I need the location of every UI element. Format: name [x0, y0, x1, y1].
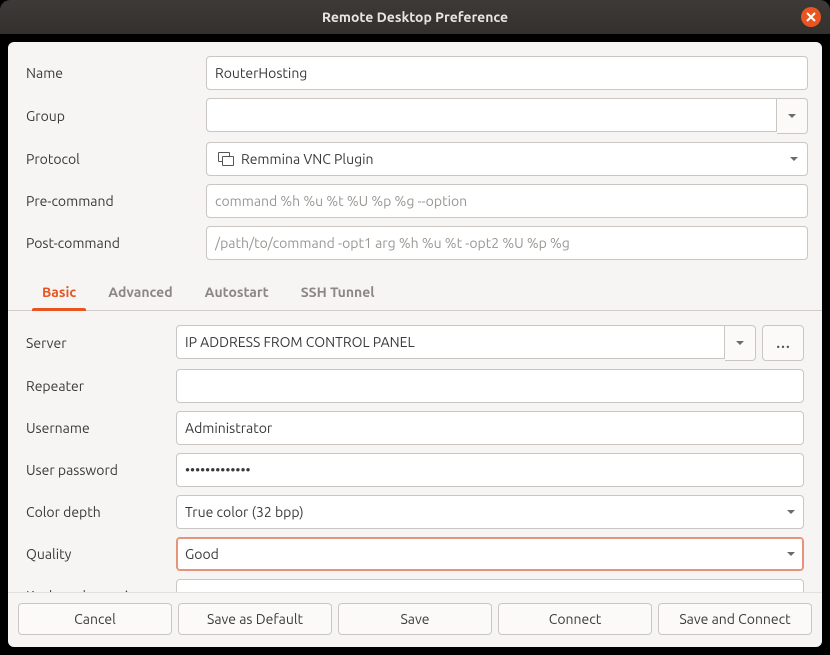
button-bar: Cancel Save as Default Save Connect Save… [8, 592, 822, 647]
repeater-input[interactable] [176, 369, 804, 403]
window: Remote Desktop Preference Name Group [0, 0, 830, 655]
postcommand-label: Post-command [22, 235, 206, 251]
tab-basic[interactable]: Basic [26, 274, 92, 310]
name-input[interactable] [206, 56, 808, 90]
connect-button[interactable]: Connect [498, 603, 652, 635]
save-button[interactable]: Save [338, 603, 492, 635]
protocol-value: Remmina VNC Plugin [237, 151, 799, 167]
userpassword-label: User password [26, 462, 176, 478]
username-label: Username [26, 420, 176, 436]
protocol-select[interactable]: Remmina VNC Plugin [206, 142, 808, 176]
username-input[interactable] [176, 411, 804, 445]
protocol-label: Protocol [22, 151, 206, 167]
server-input[interactable] [176, 325, 725, 359]
titlebar: Remote Desktop Preference [0, 0, 830, 34]
repeater-label: Repeater [26, 378, 176, 394]
general-section: Name Group Protocol Remmina VNC Plug [8, 42, 822, 274]
tab-bar: Basic Advanced Autostart SSH Tunnel [8, 274, 822, 311]
quality-select[interactable]: Good [176, 537, 804, 571]
cancel-button[interactable]: Cancel [18, 603, 172, 635]
group-dropdown-button[interactable] [777, 98, 808, 134]
tab-advanced[interactable]: Advanced [92, 274, 188, 310]
precommand-label: Pre-command [22, 193, 206, 209]
server-label: Server [26, 335, 176, 351]
server-dropdown-button[interactable] [725, 325, 756, 361]
window-title: Remote Desktop Preference [322, 9, 508, 25]
precommand-input[interactable] [206, 184, 808, 218]
tab-autostart[interactable]: Autostart [189, 274, 285, 310]
tab-panel-basic: Server … Repeater Username [8, 311, 822, 592]
save-default-button[interactable]: Save as Default [178, 603, 332, 635]
save-and-connect-button[interactable]: Save and Connect [658, 603, 812, 635]
chevron-down-icon [735, 335, 745, 351]
close-icon [806, 12, 816, 22]
vnc-plugin-icon [215, 152, 237, 166]
colordepth-select[interactable]: True color (32 bpp) [176, 495, 804, 529]
postcommand-input[interactable] [206, 226, 808, 260]
userpassword-input[interactable] [176, 453, 804, 487]
name-label: Name [22, 65, 206, 81]
keyboardmapping-select[interactable] [176, 579, 804, 592]
group-input[interactable] [206, 98, 777, 132]
quality-label: Quality [26, 546, 176, 562]
group-label: Group [22, 108, 206, 124]
server-browse-button[interactable]: … [762, 325, 804, 361]
colordepth-label: Color depth [26, 504, 176, 520]
dialog-body: Name Group Protocol Remmina VNC Plug [8, 42, 822, 647]
close-button[interactable] [801, 7, 821, 27]
tab-ssh-tunnel[interactable]: SSH Tunnel [285, 274, 391, 310]
chevron-down-icon [787, 108, 797, 124]
